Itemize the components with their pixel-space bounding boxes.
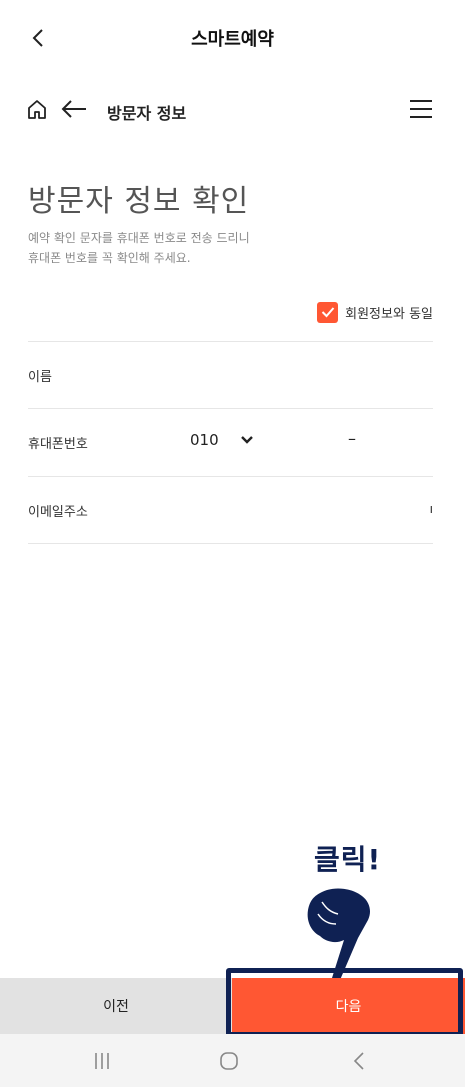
email-label: 이메일주소 [28,505,88,520]
recents-icon[interactable] [92,1052,112,1070]
description-line-2: 휴대폰 번호를 꼭 확인해 주세요. [28,251,191,265]
name-row[interactable]: 이름 [28,341,433,409]
form-divider [28,543,433,544]
checkmark-icon [321,307,334,318]
page-description: 예약 확인 문자를 휴대폰 번호로 전송 드리니 휴대폰 번호를 꼭 확인해 주… [28,228,328,268]
hamburger-menu-icon[interactable] [409,98,433,120]
arrow-left-icon[interactable] [60,98,88,120]
phone-row: 휴대폰번호 010 – [28,408,433,476]
name-label: 이름 [28,370,52,385]
same-as-member-label: 회원정보와 동일 [345,306,433,322]
phone-label: 휴대폰번호 [28,437,88,452]
home-circle-icon[interactable] [219,1051,239,1071]
prev-button[interactable]: 이전 [0,978,232,1034]
chevron-down-icon[interactable] [240,435,254,445]
same-as-member-toggle[interactable]: 회원정보와 동일 [317,301,433,323]
phone-prefix-select[interactable]: 010 [190,431,219,449]
home-icon[interactable] [26,98,48,120]
nav-back-icon[interactable] [352,1051,366,1071]
same-as-member-checkbox[interactable] [317,301,339,323]
sub-header: 방문자 정보 [0,90,465,132]
next-button-highlight [226,968,463,1037]
phone-dash: – [348,429,356,448]
app-header: 스마트예약 [0,0,465,76]
system-nav-bar [0,1034,465,1087]
app-title: 스마트예약 [191,29,274,50]
click-annotation-text: 클릭! [314,843,382,876]
email-value-tail: ı [429,502,433,516]
email-row[interactable]: 이메일주소 ı [28,476,433,544]
sub-header-title: 방문자 정보 [107,104,187,123]
page-heading: 방문자 정보 확인 [28,184,250,219]
description-line-1: 예약 확인 문자를 휴대폰 번호로 전송 드리니 [28,231,250,245]
